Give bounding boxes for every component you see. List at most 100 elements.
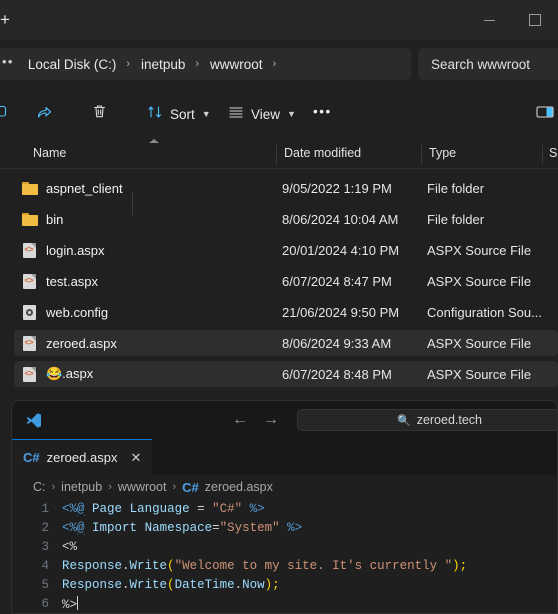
table-row[interactable]: web.config 21/06/2024 9:50 PM Configurat…: [14, 299, 558, 325]
table-row[interactable]: bin 8/06/2024 10:04 AM File folder: [14, 206, 558, 232]
vscode-nav: ← →: [232, 411, 279, 429]
tab-zeroed-aspx[interactable]: C# zeroed.aspx ✕: [12, 439, 153, 475]
explorer-toolbar: Sort ▼ View ▼ •••: [0, 90, 558, 215]
chevron-down-icon: ▼: [287, 109, 296, 119]
share-icon: [36, 103, 53, 125]
code-line-text: <%@ Import Namespace="System" %>: [62, 520, 303, 535]
column-divider[interactable]: [542, 145, 543, 164]
column-divider[interactable]: [276, 145, 277, 164]
line-number: 2: [41, 520, 49, 535]
vscode-tab-bar: C# zeroed.aspx ✕: [12, 439, 557, 475]
file-date-modified: 9/05/2022 1:19 PM: [282, 180, 392, 196]
tab-label: zeroed.aspx: [46, 450, 118, 465]
text-cursor: [77, 595, 79, 610]
details-pane-icon: [536, 104, 554, 125]
chevron-right-icon: ›: [172, 481, 177, 493]
file-type: File folder: [427, 211, 485, 227]
file-name: web.config: [46, 304, 109, 320]
chevron-down-icon: ▼: [201, 109, 211, 119]
code-line[interactable]: 4 Response.Write("Welcome to my site. It…: [12, 556, 557, 575]
vscode-logo-icon: [25, 412, 43, 428]
file-date-modified: 21/06/2024 9:50 PM: [282, 304, 400, 320]
minimize-button[interactable]: [466, 0, 512, 40]
table-row[interactable]: <> login.aspx 20/01/2024 4:10 PM ASPX So…: [14, 237, 558, 263]
file-date-modified: 6/07/2024 8:47 PM: [282, 273, 392, 289]
folder-icon: [22, 180, 39, 197]
code-line[interactable]: 5 Response.Write(DateTime.Now);: [12, 575, 557, 594]
breadcrumb-wwwroot[interactable]: wwwroot: [118, 480, 167, 494]
breadcrumb-local-disk[interactable]: Local Disk (C:): [22, 57, 123, 72]
breadcrumb-drive[interactable]: C:: [33, 480, 46, 494]
file-name: test.aspx: [46, 273, 99, 289]
explorer-address-row: ••• Local Disk (C:) › inetpub › wwwroot …: [0, 40, 558, 88]
minimize-icon: [483, 19, 495, 21]
file-list: aspnet_client 9/05/2022 1:19 PM File fol…: [0, 169, 558, 400]
column-header-date-modified[interactable]: Date modified: [284, 146, 361, 160]
details-pane-button[interactable]: [530, 97, 558, 131]
close-icon[interactable]: ✕: [130, 450, 141, 466]
screen: + ••• Local Disk (C:) › inetpub › wwwroo…: [0, 0, 558, 614]
column-divider[interactable]: [421, 145, 422, 164]
file-name: aspnet_client: [46, 180, 123, 196]
line-number: 3: [41, 539, 49, 554]
aspx-file-icon: <>: [22, 273, 39, 290]
view-button[interactable]: View ▼: [222, 97, 302, 131]
vscode-title-bar: ← → 🔍 zeroed.tech: [12, 401, 557, 439]
column-header-size[interactable]: Si: [549, 146, 558, 160]
code-line-text: Response.Write(DateTime.Now);: [62, 577, 280, 592]
table-row[interactable]: <> 😂.aspx 6/07/2024 8:48 PM ASPX Source …: [14, 361, 558, 387]
vscode-search-text: zeroed.tech: [416, 413, 483, 427]
file-name: bin: [46, 211, 64, 227]
code-line-text: %>: [62, 595, 79, 612]
table-row[interactable]: <> test.aspx 6/07/2024 8:47 PM ASPX Sour…: [14, 268, 558, 294]
column-header-type[interactable]: Type: [429, 146, 456, 160]
chevron-right-icon: ›: [51, 481, 56, 493]
sort-button[interactable]: Sort ▼: [141, 97, 217, 131]
file-type: ASPX Source File: [427, 335, 532, 351]
code-line-text: <%: [62, 539, 78, 554]
address-bar[interactable]: ••• Local Disk (C:) › inetpub › wwwroot …: [0, 48, 411, 80]
file-type: Configuration Sou...: [427, 304, 542, 320]
new-tab-icon[interactable]: +: [0, 11, 14, 28]
forward-arrow-icon[interactable]: →: [263, 411, 279, 429]
explorer-title-bar: +: [0, 0, 558, 40]
column-header-name[interactable]: Name: [33, 146, 66, 160]
maximize-button[interactable]: [512, 0, 558, 40]
share-button[interactable]: [30, 97, 59, 131]
column-header-row: Name Date modified Type Si: [0, 142, 558, 169]
search-input[interactable]: Search wwwroot: [418, 48, 558, 80]
file-name: login.aspx: [46, 242, 105, 258]
code-editor[interactable]: 1 <%@ Page Language = "C#" %> 2 <%@ Impo…: [12, 499, 557, 613]
breadcrumb-inetpub[interactable]: inetpub: [61, 480, 102, 494]
trash-icon: [91, 103, 108, 125]
sort-icon: [147, 104, 163, 125]
chevron-right-icon[interactable]: ›: [269, 58, 282, 70]
chevron-right-icon: ›: [108, 481, 112, 493]
back-arrow-icon[interactable]: ←: [232, 411, 248, 429]
chevron-right-icon: ›: [195, 58, 200, 70]
vscode-command-center[interactable]: 🔍 zeroed.tech: [297, 409, 557, 431]
aspx-file-icon: <>: [22, 335, 39, 352]
aspx-file-icon: <>: [22, 242, 39, 259]
code-line[interactable]: 6 %>: [12, 594, 557, 613]
file-date-modified: 8/06/2024 9:33 AM: [282, 335, 392, 351]
breadcrumb-overflow-icon[interactable]: •••: [0, 54, 14, 74]
table-row[interactable]: aspnet_client 9/05/2022 1:19 PM File fol…: [14, 175, 558, 201]
view-icon: [228, 104, 244, 125]
code-line[interactable]: 1 <%@ Page Language = "C#" %>: [12, 499, 557, 518]
delete-button[interactable]: [85, 97, 114, 131]
line-number: 5: [41, 577, 49, 592]
breadcrumb-file[interactable]: zeroed.aspx: [205, 480, 273, 494]
code-line[interactable]: 2 <%@ Import Namespace="System" %>: [12, 518, 557, 537]
csharp-file-icon: C#: [23, 450, 40, 465]
code-line[interactable]: 3 <%: [12, 537, 557, 556]
breadcrumb-wwwroot[interactable]: wwwroot: [204, 57, 269, 72]
view-label: View: [251, 106, 281, 122]
table-row[interactable]: <> zeroed.aspx 8/06/2024 9:33 AM ASPX So…: [14, 330, 558, 356]
file-name: 😂.aspx: [46, 366, 94, 381]
file-date-modified: 8/06/2024 10:04 AM: [282, 211, 399, 227]
breadcrumb-inetpub[interactable]: inetpub: [135, 57, 191, 72]
rename-button[interactable]: [0, 97, 17, 131]
more-options-button[interactable]: •••: [307, 97, 338, 131]
search-placeholder-text: Search wwwroot: [431, 56, 531, 72]
